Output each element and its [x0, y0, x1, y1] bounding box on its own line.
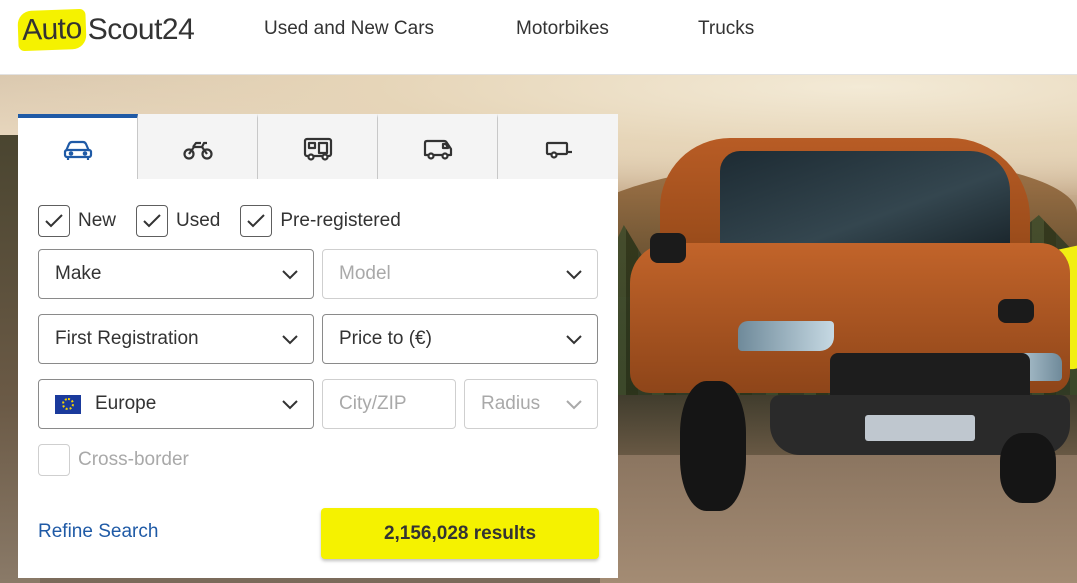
car-license-plate [865, 415, 975, 441]
checkbox-label: Cross-border [78, 449, 189, 470]
car-wheel-right [1000, 433, 1056, 503]
nav-trucks[interactable]: Trucks [698, 16, 754, 42]
tab-van[interactable] [378, 114, 498, 179]
chevron-down-icon [566, 270, 582, 280]
car-windshield [720, 151, 1010, 251]
tab-trailer[interactable] [498, 114, 618, 179]
checkbox-box[interactable] [136, 205, 169, 237]
nav-used-and-new-cars[interactable]: Used and New Cars [264, 16, 434, 42]
car-mirror-left [650, 233, 686, 263]
car-mirror-right [998, 299, 1034, 323]
chevron-down-icon [282, 270, 298, 280]
vehicle-type-tabs [18, 114, 618, 179]
car-headlight-left [738, 321, 834, 351]
radius-select-value: Radius [481, 393, 541, 414]
make-select-value: Make [55, 263, 102, 284]
car-wheel-left [680, 381, 746, 511]
checkmark-icon [45, 214, 63, 228]
checkbox-box[interactable] [38, 205, 70, 237]
chevron-down-icon [282, 400, 298, 410]
tab-car[interactable] [18, 114, 138, 179]
chevron-down-icon [282, 335, 298, 345]
site-header: Auto Scout24 Used and New Cars Motorbike… [0, 0, 1077, 75]
motorbike-icon [182, 141, 213, 160]
suv-car-image [620, 133, 1070, 511]
checkbox-label: New [78, 210, 117, 231]
price-to-value: Price to (€) [339, 328, 432, 349]
tab-motorhome[interactable] [258, 114, 378, 179]
checkbox-new[interactable]: New [38, 205, 116, 237]
make-select[interactable]: Make [38, 249, 314, 299]
checkmark-icon [247, 214, 266, 228]
logo-scout-text: Scout24 [87, 13, 195, 46]
city-zip-placeholder: City/ZIP [339, 393, 407, 414]
search-panel: New Used Pre-registered Make Model First… [18, 179, 618, 578]
checkbox-label: Used [176, 210, 221, 231]
checkmark-icon [143, 214, 161, 228]
checkbox-cross-border[interactable]: Cross-border [38, 444, 189, 476]
first-registration-value: First Registration [55, 328, 199, 349]
price-to-select[interactable]: Price to (€) [322, 314, 598, 364]
motorhome-icon [303, 137, 332, 161]
model-select-value: Model [339, 263, 391, 284]
logo-auto-text: Auto [17, 8, 87, 52]
checkbox-box[interactable] [240, 205, 273, 237]
country-select-value: Europe [95, 393, 157, 414]
nav-motorbikes[interactable]: Motorbikes [516, 16, 609, 42]
city-zip-input[interactable]: City/ZIP [322, 379, 456, 429]
chevron-down-icon [566, 335, 582, 345]
show-results-button[interactable]: 2,156,028 results [321, 508, 599, 559]
checkbox-used[interactable]: Used [136, 205, 220, 237]
eu-flag-icon [55, 394, 81, 414]
chevron-down-icon [566, 400, 582, 410]
refine-search-link[interactable]: Refine Search [38, 521, 158, 543]
eu-stars [62, 398, 74, 410]
checkbox-label: Pre-registered [280, 210, 401, 231]
car-icon [63, 140, 92, 160]
checkbox-box[interactable] [38, 444, 70, 476]
checkbox-pre-registered[interactable]: Pre-registered [240, 205, 401, 237]
tab-motorbike[interactable] [138, 114, 258, 179]
radius-select[interactable]: Radius [464, 379, 598, 429]
first-registration-select[interactable]: First Registration [38, 314, 314, 364]
trailer-icon [545, 141, 572, 159]
country-select[interactable]: Europe [38, 379, 314, 429]
autoscout24-logo[interactable]: Auto Scout24 [17, 8, 195, 52]
van-icon [423, 139, 452, 160]
model-select[interactable]: Model [322, 249, 598, 299]
condition-checkboxes: New Used Pre-registered [38, 205, 421, 237]
